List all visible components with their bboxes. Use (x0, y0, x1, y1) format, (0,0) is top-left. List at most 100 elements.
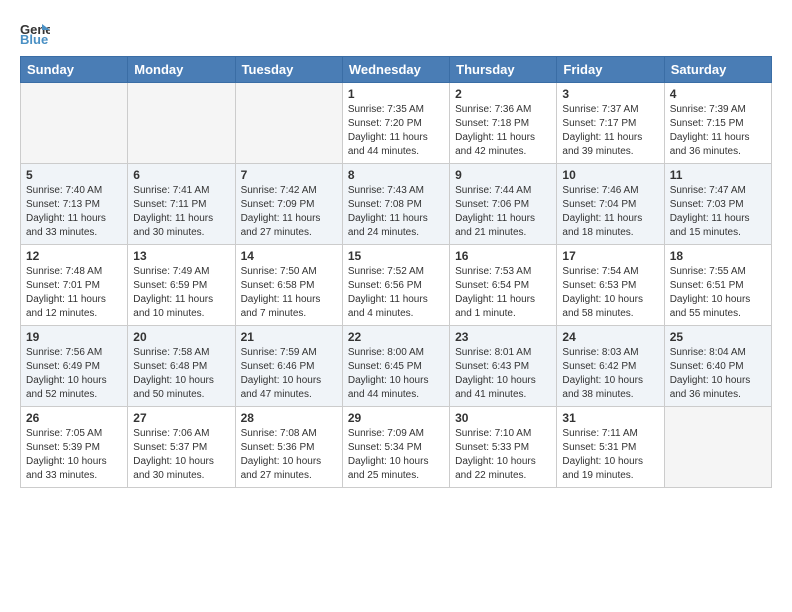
day-info: Sunrise: 7:59 AM Sunset: 6:46 PM Dayligh… (241, 346, 337, 402)
day-info: Sunrise: 7:10 AM Sunset: 5:33 PM Dayligh… (455, 427, 551, 483)
calendar-cell: 24 Sunrise: 8:03 AM Sunset: 6:42 PM Dayli… (557, 326, 664, 407)
calendar-cell: 2 Sunrise: 7:36 AM Sunset: 7:18 PM Daylig… (450, 83, 557, 164)
weekday-saturday: Saturday (664, 57, 771, 83)
day-info: Sunrise: 8:03 AM Sunset: 6:42 PM Dayligh… (562, 346, 658, 402)
calendar-cell: 12 Sunrise: 7:48 AM Sunset: 7:01 PM Dayli… (21, 245, 128, 326)
calendar-cell: 16 Sunrise: 7:53 AM Sunset: 6:54 PM Dayli… (450, 245, 557, 326)
calendar-table: SundayMondayTuesdayWednesdayThursdayFrid… (20, 56, 772, 488)
calendar-cell: 25 Sunrise: 8:04 AM Sunset: 6:40 PM Dayli… (664, 326, 771, 407)
day-number: 27 (133, 411, 229, 425)
day-number: 10 (562, 168, 658, 182)
weekday-sunday: Sunday (21, 57, 128, 83)
calendar-cell (235, 83, 342, 164)
week-row-2: 5 Sunrise: 7:40 AM Sunset: 7:13 PM Daylig… (21, 164, 772, 245)
day-number: 28 (241, 411, 337, 425)
day-number: 25 (670, 330, 766, 344)
calendar-cell: 28 Sunrise: 7:08 AM Sunset: 5:36 PM Dayli… (235, 407, 342, 488)
calendar-cell: 22Sunrise: 8:00 AM Sunset: 6:45 PM Dayli… (342, 326, 449, 407)
calendar-cell: 7 Sunrise: 7:42 AM Sunset: 7:09 PM Daylig… (235, 164, 342, 245)
calendar-cell: 26Sunrise: 7:05 AM Sunset: 5:39 PM Dayli… (21, 407, 128, 488)
day-info: Sunrise: 7:47 AM Sunset: 7:03 PM Dayligh… (670, 184, 766, 240)
day-info: Sunrise: 7:06 AM Sunset: 5:37 PM Dayligh… (133, 427, 229, 483)
day-number: 17 (562, 249, 658, 263)
calendar-page: General Blue SundayMondayTuesdayWednesda… (0, 0, 792, 508)
day-info: Sunrise: 7:53 AM Sunset: 6:54 PM Dayligh… (455, 265, 551, 321)
weekday-monday: Monday (128, 57, 235, 83)
day-info: Sunrise: 8:04 AM Sunset: 6:40 PM Dayligh… (670, 346, 766, 402)
day-number: 11 (670, 168, 766, 182)
week-row-3: 12 Sunrise: 7:48 AM Sunset: 7:01 PM Dayli… (21, 245, 772, 326)
calendar-cell: 23 Sunrise: 8:01 AM Sunset: 6:43 PM Dayli… (450, 326, 557, 407)
day-info: Sunrise: 7:11 AM Sunset: 5:31 PM Dayligh… (562, 427, 658, 483)
calendar-cell: 31Sunrise: 7:11 AM Sunset: 5:31 PM Dayli… (557, 407, 664, 488)
week-row-5: 26Sunrise: 7:05 AM Sunset: 5:39 PM Dayli… (21, 407, 772, 488)
weekday-friday: Friday (557, 57, 664, 83)
calendar-cell: 11 Sunrise: 7:47 AM Sunset: 7:03 PM Dayli… (664, 164, 771, 245)
calendar-cell: 27 Sunrise: 7:06 AM Sunset: 5:37 PM Dayli… (128, 407, 235, 488)
day-info: Sunrise: 7:08 AM Sunset: 5:36 PM Dayligh… (241, 427, 337, 483)
day-info: Sunrise: 7:43 AM Sunset: 7:08 PM Dayligh… (348, 184, 444, 240)
day-info: Sunrise: 7:05 AM Sunset: 5:39 PM Dayligh… (26, 427, 122, 483)
day-info: Sunrise: 7:58 AM Sunset: 6:48 PM Dayligh… (133, 346, 229, 402)
day-number: 19 (26, 330, 122, 344)
day-info: Sunrise: 7:56 AM Sunset: 6:49 PM Dayligh… (26, 346, 122, 402)
svg-text:Blue: Blue (20, 32, 48, 44)
calendar-cell: 18Sunrise: 7:55 AM Sunset: 6:51 PM Dayli… (664, 245, 771, 326)
calendar-cell: 29 Sunrise: 7:09 AM Sunset: 5:34 PM Dayli… (342, 407, 449, 488)
day-info: Sunrise: 8:00 AM Sunset: 6:45 PM Dayligh… (348, 346, 444, 402)
day-info: Sunrise: 7:49 AM Sunset: 6:59 PM Dayligh… (133, 265, 229, 321)
day-number: 15 (348, 249, 444, 263)
day-info: Sunrise: 7:37 AM Sunset: 7:17 PM Dayligh… (562, 103, 658, 159)
logo: General Blue (20, 20, 54, 44)
calendar-cell: 10 Sunrise: 7:46 AM Sunset: 7:04 PM Dayli… (557, 164, 664, 245)
calendar-cell: 5 Sunrise: 7:40 AM Sunset: 7:13 PM Daylig… (21, 164, 128, 245)
day-info: Sunrise: 7:40 AM Sunset: 7:13 PM Dayligh… (26, 184, 122, 240)
day-number: 5 (26, 168, 122, 182)
calendar-cell: 3 Sunrise: 7:37 AM Sunset: 7:17 PM Daylig… (557, 83, 664, 164)
day-number: 9 (455, 168, 551, 182)
calendar-cell: 30Sunrise: 7:10 AM Sunset: 5:33 PM Dayli… (450, 407, 557, 488)
day-info: Sunrise: 7:36 AM Sunset: 7:18 PM Dayligh… (455, 103, 551, 159)
calendar-cell: 15Sunrise: 7:52 AM Sunset: 6:56 PM Dayli… (342, 245, 449, 326)
week-row-1: 1 Sunrise: 7:35 AM Sunset: 7:20 PM Daylig… (21, 83, 772, 164)
calendar-cell: 13Sunrise: 7:49 AM Sunset: 6:59 PM Dayli… (128, 245, 235, 326)
day-info: Sunrise: 7:48 AM Sunset: 7:01 PM Dayligh… (26, 265, 122, 321)
weekday-thursday: Thursday (450, 57, 557, 83)
calendar-cell: 21 Sunrise: 7:59 AM Sunset: 6:46 PM Dayli… (235, 326, 342, 407)
day-number: 4 (670, 87, 766, 101)
day-number: 7 (241, 168, 337, 182)
day-info: Sunrise: 8:01 AM Sunset: 6:43 PM Dayligh… (455, 346, 551, 402)
day-info: Sunrise: 7:46 AM Sunset: 7:04 PM Dayligh… (562, 184, 658, 240)
calendar-cell: 6Sunrise: 7:41 AM Sunset: 7:11 PM Daylig… (128, 164, 235, 245)
day-info: Sunrise: 7:39 AM Sunset: 7:15 PM Dayligh… (670, 103, 766, 159)
weekday-header-row: SundayMondayTuesdayWednesdayThursdayFrid… (21, 57, 772, 83)
week-row-4: 19 Sunrise: 7:56 AM Sunset: 6:49 PM Dayli… (21, 326, 772, 407)
day-info: Sunrise: 7:35 AM Sunset: 7:20 PM Dayligh… (348, 103, 444, 159)
calendar-cell: 9 Sunrise: 7:44 AM Sunset: 7:06 PM Daylig… (450, 164, 557, 245)
logo-icon: General Blue (20, 20, 50, 44)
day-info: Sunrise: 7:09 AM Sunset: 5:34 PM Dayligh… (348, 427, 444, 483)
day-number: 2 (455, 87, 551, 101)
day-number: 12 (26, 249, 122, 263)
calendar-cell (128, 83, 235, 164)
day-info: Sunrise: 7:42 AM Sunset: 7:09 PM Dayligh… (241, 184, 337, 240)
day-info: Sunrise: 7:44 AM Sunset: 7:06 PM Dayligh… (455, 184, 551, 240)
day-number: 21 (241, 330, 337, 344)
day-number: 1 (348, 87, 444, 101)
calendar-cell: 17 Sunrise: 7:54 AM Sunset: 6:53 PM Dayli… (557, 245, 664, 326)
day-number: 23 (455, 330, 551, 344)
calendar-cell: 14Sunrise: 7:50 AM Sunset: 6:58 PM Dayli… (235, 245, 342, 326)
day-number: 20 (133, 330, 229, 344)
day-number: 16 (455, 249, 551, 263)
calendar-cell (21, 83, 128, 164)
day-number: 18 (670, 249, 766, 263)
calendar-cell (664, 407, 771, 488)
calendar-cell: 4 Sunrise: 7:39 AM Sunset: 7:15 PM Daylig… (664, 83, 771, 164)
day-number: 29 (348, 411, 444, 425)
day-number: 8 (348, 168, 444, 182)
day-info: Sunrise: 7:54 AM Sunset: 6:53 PM Dayligh… (562, 265, 658, 321)
day-number: 3 (562, 87, 658, 101)
day-info: Sunrise: 7:50 AM Sunset: 6:58 PM Dayligh… (241, 265, 337, 321)
day-number: 6 (133, 168, 229, 182)
day-number: 24 (562, 330, 658, 344)
